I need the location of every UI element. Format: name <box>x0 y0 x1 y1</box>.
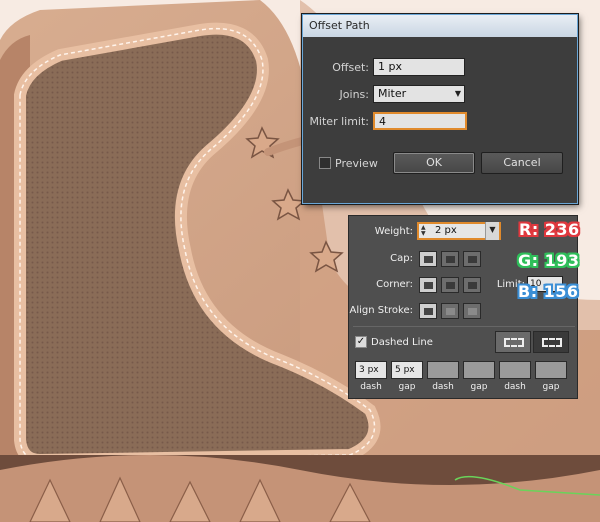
checkmark-icon[interactable]: ✓ <box>355 336 367 348</box>
dash-3-input[interactable] <box>499 361 531 379</box>
gap-3-input[interactable] <box>535 361 567 379</box>
butt-cap-icon <box>424 256 433 263</box>
chevron-down-icon[interactable]: ▼ <box>485 222 499 240</box>
gap-2-label: gap <box>470 382 488 392</box>
gap-1-label: gap <box>398 382 416 392</box>
round-join-button[interactable] <box>441 277 459 293</box>
gap-2-input[interactable] <box>463 361 495 379</box>
preview-toggle[interactable]: Preview <box>319 154 378 172</box>
butt-cap-button[interactable] <box>419 251 437 267</box>
miter-join-button[interactable] <box>419 277 437 293</box>
miter-limit-input[interactable]: 4 <box>373 112 467 130</box>
dash-1-input[interactable]: 3 px <box>355 361 387 379</box>
joins-value: Miter <box>378 87 407 100</box>
cancel-button[interactable]: Cancel <box>481 152 563 174</box>
align-inside-button[interactable] <box>441 303 459 319</box>
align-dash-corners-button[interactable] <box>533 331 569 353</box>
projecting-cap-button[interactable] <box>463 251 481 267</box>
align-stroke-label: Align Stroke: <box>349 305 414 316</box>
blue-value-readout: B: 156 <box>518 282 579 301</box>
weight-label: Weight: <box>374 226 413 237</box>
dash-preserve-icon <box>504 338 524 347</box>
dash-2-input[interactable] <box>427 361 459 379</box>
offset-label: Offset: <box>332 60 369 74</box>
dash-align-corners-icon <box>542 338 562 347</box>
red-value-readout: R: 236 <box>519 220 580 239</box>
joins-label: Joins: <box>339 87 369 101</box>
align-inside-icon <box>446 308 455 315</box>
bevel-join-button[interactable] <box>463 277 481 293</box>
round-cap-icon <box>446 256 455 263</box>
divider <box>353 326 575 327</box>
weight-field[interactable]: ▲ ▼ 2 px ▼ <box>417 222 501 240</box>
dash-3-label: dash <box>504 382 526 392</box>
chevron-down-icon: ▼ <box>454 89 461 98</box>
offset-path-dialog: Offset Path Offset: 1 px Joins: Miter ▼ … <box>302 14 578 204</box>
dashed-line-label: Dashed Line <box>371 336 433 348</box>
offset-input[interactable]: 1 px <box>373 58 465 76</box>
gap-1-input[interactable]: 5 px <box>391 361 423 379</box>
weight-value: 2 px <box>435 225 457 236</box>
dash-2-label: dash <box>432 382 454 392</box>
dialog-title: Offset Path <box>303 15 577 37</box>
ok-button[interactable]: OK <box>393 152 475 174</box>
preview-label: Preview <box>335 156 378 170</box>
projecting-cap-icon <box>468 256 477 263</box>
cap-label: Cap: <box>390 253 413 264</box>
stroke-panel: Weight: ▲ ▼ 2 px ▼ Cap: Corner: Limit: 10… <box>348 215 578 399</box>
corner-label: Corner: <box>376 279 413 290</box>
align-center-button[interactable] <box>419 303 437 319</box>
align-outside-button[interactable] <box>463 303 481 319</box>
round-cap-button[interactable] <box>441 251 459 267</box>
gap-3-label: gap <box>542 382 560 392</box>
preview-checkbox[interactable] <box>319 157 331 169</box>
preserve-dash-button[interactable] <box>495 331 531 353</box>
align-center-icon <box>424 308 433 315</box>
miter-limit-label: Miter limit: <box>309 114 369 128</box>
dash-1-label: dash <box>360 382 382 392</box>
green-value-readout: G: 193 <box>518 251 580 270</box>
align-outside-icon <box>468 308 477 315</box>
bevel-join-icon <box>468 282 477 289</box>
joins-select[interactable]: Miter ▼ <box>373 85 465 103</box>
dashed-line-toggle[interactable]: ✓ Dashed Line <box>355 336 433 348</box>
miter-join-icon <box>424 282 433 289</box>
spinner-arrows-icon[interactable]: ▲ ▼ <box>421 225 431 237</box>
round-join-icon <box>446 282 455 289</box>
